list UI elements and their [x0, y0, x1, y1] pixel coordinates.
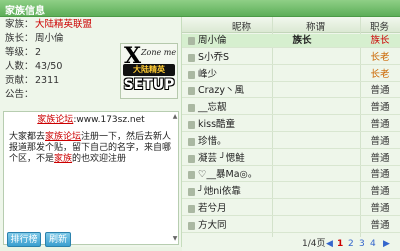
- prev-page-icon[interactable]: ◀: [326, 237, 333, 251]
- family-info-panel: 家族：大陆精英联盟 族长：周小倫 等级：2 人数：43/50 贡献：2311 公…: [0, 17, 182, 247]
- scroll-up-icon[interactable]: ▲: [171, 113, 179, 121]
- member-name: 珍惜。: [198, 135, 227, 147]
- forum-link[interactable]: 家族论坛: [37, 115, 73, 125]
- member-icon: [188, 205, 195, 213]
- page-1-link[interactable]: 1: [337, 237, 343, 251]
- member-table-header: 昵称 称谓 职务: [182, 17, 400, 33]
- member-position: 普通: [370, 219, 390, 231]
- family-logo: X Zone me 大陆精英 SETUP: [120, 43, 178, 99]
- member-name: 凝芸 ╯愢鮭: [198, 152, 245, 164]
- member-icon: [188, 121, 195, 129]
- member-row[interactable]: Crazy丶風 普通: [182, 84, 400, 99]
- forum-inline-link[interactable]: 家族论坛: [45, 132, 81, 142]
- member-icon: [188, 104, 195, 113]
- info-leader: 族长：周小倫: [5, 33, 64, 44]
- member-position: 普通: [370, 169, 390, 181]
- member-row[interactable]: 峰少 长老: [182, 68, 400, 82]
- member-row[interactable]: 若兮月 普通: [182, 202, 400, 216]
- member-icon: [188, 70, 195, 79]
- member-position: 普通: [370, 186, 390, 198]
- page-indicator: 1/4页: [302, 239, 326, 249]
- member-row[interactable]: kiss酷童 普通: [182, 118, 400, 132]
- leader-value: 周小倫: [35, 33, 64, 44]
- member-icon: [188, 171, 195, 180]
- page-3-link[interactable]: 3: [359, 237, 365, 251]
- member-name: 若兮月: [198, 203, 227, 214]
- member-name: S小乔S: [198, 51, 230, 63]
- members-value: 43/50: [35, 61, 63, 72]
- contribution-value: 2311: [35, 75, 60, 86]
- member-name: ╯灺ni依靠: [198, 186, 241, 198]
- member-name: 方大同: [198, 219, 227, 231]
- info-announcement: 公告：: [5, 89, 34, 100]
- page-4-link[interactable]: 4: [370, 237, 376, 251]
- member-icon: [188, 188, 195, 197]
- info-level: 等级：2: [5, 47, 42, 58]
- member-row[interactable]: ♡__暴Ma◎。 普通: [182, 168, 400, 183]
- member-icon: [188, 53, 195, 62]
- member-position: 普通: [370, 102, 390, 114]
- member-position: 普通: [370, 135, 390, 147]
- member-row[interactable]: 周小倫 族长 族长: [182, 34, 400, 48]
- window-titlebar: 家族信息: [0, 0, 400, 17]
- member-row[interactable]: __忘靓 普通: [182, 101, 400, 116]
- member-icon: [188, 37, 195, 45]
- info-family-name: 家族：大陆精英联盟: [5, 19, 93, 30]
- info-members: 人数：43/50: [5, 61, 63, 72]
- pagination: 1/4页 ◀ 1 2 3 4 ▶: [182, 237, 400, 251]
- member-row[interactable]: 凝芸 ╯愢鮭 普通: [182, 152, 400, 166]
- level-value: 2: [35, 47, 42, 58]
- member-position: 普通: [370, 152, 390, 164]
- member-name: 峰少: [198, 68, 218, 80]
- member-row[interactable]: 珍惜。 普通: [182, 135, 400, 149]
- member-position: 普通: [370, 203, 390, 214]
- member-position: 普通: [370, 85, 390, 97]
- member-name: 周小倫: [198, 35, 227, 46]
- page-2-link[interactable]: 2: [348, 237, 354, 251]
- member-icon: [188, 154, 195, 163]
- member-row[interactable]: S小乔S 长老: [182, 51, 400, 65]
- member-position: 长老: [370, 68, 390, 80]
- member-position: 族长: [370, 35, 390, 46]
- window-title: 家族信息: [5, 6, 45, 17]
- member-list-panel: 昵称 称谓 职务 周小倫 族长 族长 S小乔S 长老 峰少 长老 Crazy丶風 普通 __忘靓普…: [182, 17, 400, 251]
- family-inline-link[interactable]: 家族: [54, 154, 72, 164]
- member-icon: [188, 87, 195, 96]
- member-name: ♡__暴Ma◎。: [198, 169, 258, 181]
- member-icon: [188, 221, 195, 230]
- member-icon: [188, 137, 195, 146]
- member-name: __忘靓: [198, 102, 227, 114]
- header-name: 昵称: [232, 22, 252, 33]
- scroll-down-icon[interactable]: ▼: [171, 235, 179, 243]
- refresh-button[interactable]: 刷新: [45, 232, 71, 247]
- family-name-value: 大陆精英联盟: [35, 19, 93, 30]
- member-row[interactable]: ╯灺ni依靠 普通: [182, 185, 400, 200]
- header-title: 称谓: [306, 22, 326, 33]
- member-position: 长老: [370, 51, 390, 63]
- member-row[interactable]: 方大同 普通: [182, 219, 400, 233]
- next-page-icon[interactable]: ▶: [383, 237, 390, 251]
- rank-button[interactable]: 排行榜: [7, 232, 41, 247]
- header-position: 职务: [370, 22, 390, 33]
- member-title: 族长: [292, 35, 312, 46]
- member-name: kiss酷童: [198, 119, 236, 130]
- info-contribution: 贡献：2311: [5, 75, 60, 86]
- announcement-box[interactable]: 家族论坛:www.173sz.net 大家都去家族论坛注册一下，然后去新人报道那…: [3, 111, 179, 245]
- member-position: 普通: [370, 119, 390, 130]
- member-name: Crazy丶風: [198, 85, 244, 97]
